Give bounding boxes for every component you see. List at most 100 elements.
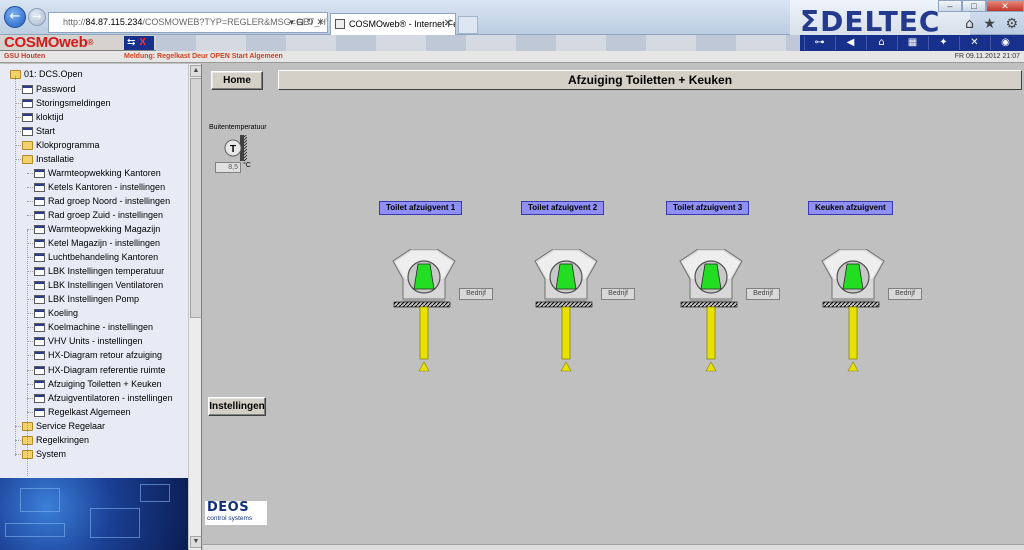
app-header: COSMOweb® ⇆ X ⊶ ◀ ⌂ ▦ ✦ ✕ ◉	[0, 35, 1024, 51]
deos-logo-name: DEOS	[207, 500, 250, 515]
home-button[interactable]: Home	[211, 71, 263, 90]
browser-chrome: ← → http://84.87.115.234/COSMOWEB?TYP=RE…	[0, 0, 1024, 35]
tree-page[interactable]: Password	[22, 82, 76, 96]
settings-button[interactable]: Instellingen	[208, 397, 266, 416]
forward-arrow-icon[interactable]: →	[28, 8, 46, 26]
settings-command-icon[interactable]: ✕	[959, 36, 989, 50]
fan-label[interactable]: Toilet afzuigvent 2	[521, 201, 605, 215]
tree-page[interactable]: Warmteopwekking Kantoren	[34, 166, 161, 180]
tools-command-icon[interactable]: ✦	[928, 36, 958, 50]
tree-item-label: Start	[36, 125, 56, 136]
tree-folder[interactable]: System	[22, 447, 66, 461]
home-command-icon[interactable]: ⌂	[866, 36, 896, 50]
tree-page[interactable]: Afzuigventilatoren - instellingen	[34, 391, 173, 405]
tree-page[interactable]: Storingsmeldingen	[22, 96, 111, 110]
page-favicon-icon	[335, 19, 345, 29]
tree-root-label: 01: DCS.Open	[24, 69, 83, 79]
tree-folder[interactable]: Service Regelaar	[22, 419, 105, 433]
tree-item-label: Klokprogramma	[36, 139, 100, 150]
tree-toggle-icon[interactable]: ⇆	[127, 37, 135, 48]
app-mini-toolbar[interactable]: ⇆ X	[124, 36, 154, 50]
page-icon	[34, 168, 45, 178]
browser-tab[interactable]: COSMOweb® - Internet-Fe... ✕	[330, 13, 456, 35]
tree-item-label: HX-Diagram retour afzuiging	[48, 350, 163, 361]
tree-item-label: System	[36, 448, 67, 459]
exhaust-fan-icon[interactable]	[672, 249, 772, 384]
fan-unit: Toilet afzuigvent 3 Bedrijf	[666, 64, 786, 394]
help-command-icon[interactable]: ◉	[990, 36, 1020, 50]
tree-item-label: Rad groep Noord - instellingen	[48, 195, 171, 206]
tree-page[interactable]: HX-Diagram retour afzuiging	[34, 348, 162, 362]
tree-page[interactable]: Rad groep Noord - instellingen	[34, 194, 170, 208]
tree-item-label: VHV Units - instellingen	[48, 336, 143, 347]
tree-page[interactable]: Ketel Magazijn - instellingen	[34, 236, 160, 250]
page-icon	[34, 295, 45, 305]
exhaust-fan-icon[interactable]	[385, 249, 485, 384]
close-x-icon[interactable]: X	[139, 37, 146, 48]
tree-item-label: LBK Instellingen Ventilatoren	[48, 280, 164, 291]
fan-label[interactable]: Toilet afzuigvent 1	[379, 201, 463, 215]
tree-page[interactable]: Koeling	[34, 306, 78, 320]
tree-item-label: Koelmachine - instellingen	[48, 322, 154, 333]
tree-page[interactable]: Koelmachine - instellingen	[34, 320, 153, 334]
tree-folder[interactable]: Installatie	[22, 152, 74, 166]
tree-item-label: LBK Instellingen temperatuur	[48, 266, 165, 277]
tree-page[interactable]: LBK Instellingen temperatuur	[34, 264, 164, 278]
tree-item-label: Installatie	[36, 153, 75, 164]
favorites-star-icon[interactable]: ★	[983, 16, 996, 32]
fan-label[interactable]: Toilet afzuigvent 3	[666, 201, 750, 215]
tree-page[interactable]: LBK Instellingen Pomp	[34, 292, 139, 306]
minimize-button[interactable]: –	[938, 0, 962, 12]
page-icon	[22, 84, 33, 94]
window-controls: – □ ✕	[938, 0, 1024, 12]
page-icon	[34, 365, 45, 375]
tree-page[interactable]: Ketels Kantoren - instellingen	[34, 180, 165, 194]
tree-page[interactable]: Regelkast Algemeen	[34, 405, 131, 419]
deos-logo: DEOS control systems	[205, 501, 267, 525]
address-bar-icons[interactable]: ▾ ⊟ ↻ ✕	[289, 13, 324, 32]
scroll-thumb[interactable]	[190, 78, 201, 318]
back-command-icon[interactable]: ◀	[835, 36, 865, 50]
exhaust-fan-icon[interactable]	[814, 249, 914, 384]
page-icon	[34, 239, 45, 249]
fan-unit: Toilet afzuigvent 1 Bedrijf	[379, 64, 499, 394]
tree-folder[interactable]: Regelkringen	[22, 433, 89, 447]
tree-page[interactable]: Luchtbehandeling Kantoren	[34, 250, 158, 264]
tree-root[interactable]: 01: DCS.Open	[10, 67, 83, 81]
tree-item-label: Afzuiging Toiletten + Keuken	[48, 378, 162, 389]
tree-item-label: Password	[36, 83, 76, 94]
tree-page[interactable]: kloktijd	[22, 110, 64, 124]
maximize-button[interactable]: □	[962, 0, 986, 12]
tree-folder[interactable]: Klokprogramma	[22, 138, 100, 152]
logo-registered-mark: ®	[87, 38, 94, 47]
tree-page[interactable]: Afzuiging Toiletten + Keuken	[34, 377, 162, 391]
fan-label[interactable]: Keuken afzuigvent	[808, 201, 893, 215]
sidebar-scrollbar[interactable]: ▲ ▼	[188, 64, 201, 550]
tree-page[interactable]: HX-Diagram referentie ruimte	[34, 363, 166, 377]
tree-page[interactable]: LBK Instellingen Ventilatoren	[34, 278, 163, 292]
tab-close-icon[interactable]: ✕	[444, 14, 452, 34]
tree-item-label: Ketel Magazijn - instellingen	[48, 238, 161, 249]
tree-item-label: Storingsmeldingen	[36, 97, 111, 108]
logout-command-icon[interactable]: ⊶	[804, 36, 834, 50]
address-bar[interactable]: http://84.87.115.234/COSMOWEB?TYP=REGLER…	[48, 12, 328, 33]
fan-status-badge: Bedrijf	[601, 288, 635, 300]
scroll-down-icon[interactable]: ▼	[190, 536, 201, 548]
control-panel: Home Buitentemperatuur T 8,5 °C Instelli…	[203, 64, 271, 550]
tree-page[interactable]: Warmteopwekking Magazijn	[34, 222, 160, 236]
new-tab-button[interactable]	[458, 16, 478, 34]
sensor-letter: T	[230, 144, 236, 155]
exhaust-fan-icon[interactable]	[527, 249, 627, 384]
back-arrow-icon[interactable]: ←	[4, 6, 26, 28]
close-window-button[interactable]: ✕	[986, 0, 1024, 12]
tree-page[interactable]: Rad groep Zuid - instellingen	[34, 208, 163, 222]
tree-page[interactable]: VHV Units - instellingen	[34, 334, 143, 348]
scroll-up-icon[interactable]: ▲	[190, 65, 201, 77]
chart-command-icon[interactable]: ▦	[897, 36, 927, 50]
page-icon	[34, 393, 45, 403]
tree-page[interactable]: Start	[22, 124, 55, 138]
gear-icon[interactable]: ⚙	[1005, 16, 1018, 32]
home-icon[interactable]: ⌂	[965, 16, 974, 32]
tree-item-label: HX-Diagram referentie ruimte	[48, 364, 166, 375]
address-host: 84.87.115.234	[85, 17, 143, 27]
